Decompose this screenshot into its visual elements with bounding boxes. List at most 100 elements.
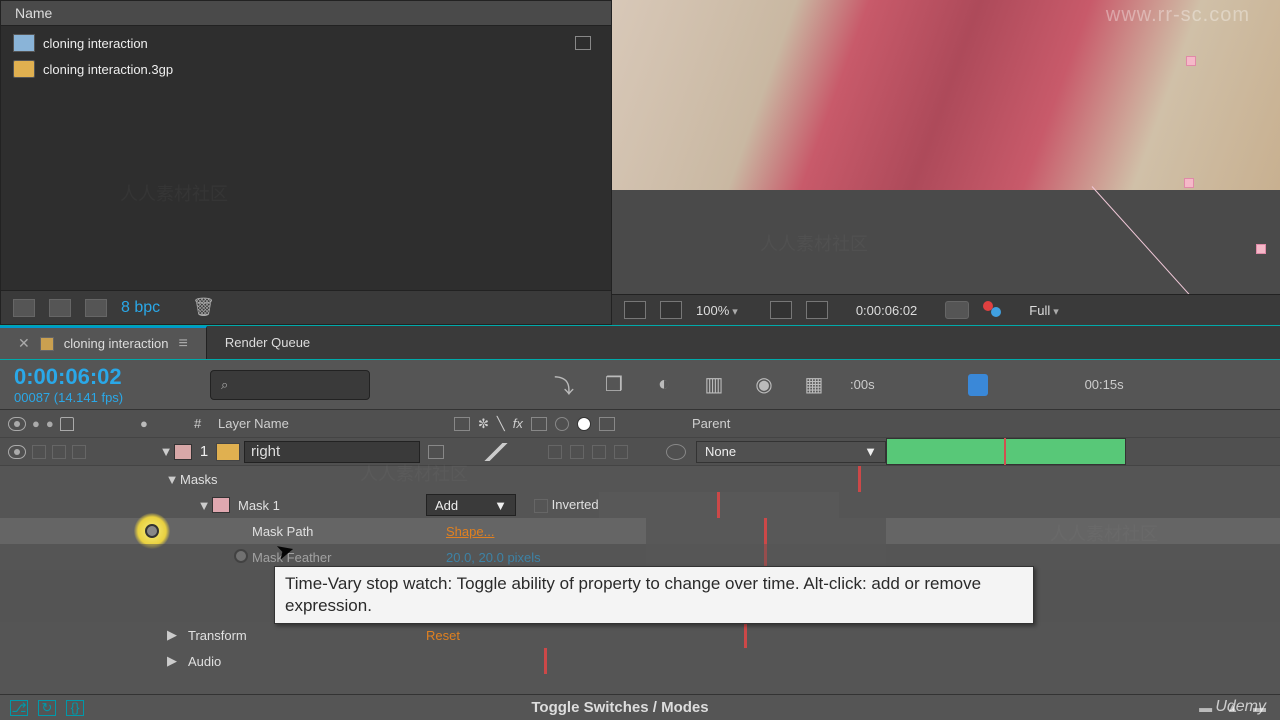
layer-label-color[interactable] — [174, 444, 192, 460]
transform-reset[interactable]: Reset — [426, 628, 626, 643]
bpc-button[interactable]: 8 bpc — [121, 299, 160, 317]
snapshot-icon[interactable] — [945, 301, 969, 319]
new-folder-icon[interactable] — [49, 299, 71, 317]
frame-blend-icon[interactable]: ▥ — [700, 373, 728, 397]
toggle-switches-modes[interactable]: Toggle Switches / Modes — [110, 699, 1130, 716]
comp-mini-flowchart-icon[interactable]: ⤵ — [550, 373, 578, 397]
parent-column-header[interactable]: Parent — [692, 416, 912, 431]
mask-feather-value[interactable]: 20.0, 20.0 pixels — [446, 550, 646, 565]
current-timecode[interactable]: 0:00:06:02 — [14, 364, 186, 390]
timecode-block[interactable]: 0:00:06:02 00087 (14.141 fps) — [0, 360, 200, 409]
twirl-right-icon[interactable]: ▶ — [164, 627, 180, 643]
mask-vertex[interactable] — [1256, 244, 1266, 254]
flowchart-icon[interactable] — [575, 36, 591, 50]
current-time-indicator[interactable] — [968, 374, 988, 396]
adjustment-switch-icon[interactable] — [577, 417, 591, 431]
effects-switch-icon[interactable]: fx — [513, 416, 523, 431]
project-footer: 8 bpc 🗑 — [1, 290, 611, 324]
twirl-down-icon[interactable]: ▼ — [158, 444, 174, 459]
lock-icon[interactable] — [60, 417, 74, 431]
zoom-in-icon[interactable]: ▬ — [1253, 700, 1266, 715]
mask-visibility-icon[interactable] — [806, 301, 828, 319]
footer-icon-2[interactable]: ↻ — [38, 700, 56, 716]
channel-icon[interactable] — [983, 301, 1005, 319]
mask-name[interactable]: Mask 1 — [238, 498, 280, 513]
inverted-checkbox[interactable] — [534, 499, 548, 513]
zoom-out-icon[interactable]: ▬ — [1199, 700, 1212, 715]
layer-audio-toggle[interactable] — [32, 445, 46, 459]
close-icon[interactable]: ✕ — [18, 335, 30, 352]
layer-name-input[interactable]: right — [244, 441, 420, 463]
project-header-name[interactable]: Name — [1, 1, 611, 26]
interpret-footage-icon[interactable] — [13, 299, 35, 317]
display-options-icon[interactable] — [770, 301, 792, 319]
layer-name-column-header[interactable]: Layer Name — [218, 416, 446, 431]
mask-vertex[interactable] — [1186, 56, 1196, 66]
mask-color[interactable] — [212, 497, 230, 513]
audio-column-icon[interactable]: ● — [32, 416, 40, 431]
timeline-search[interactable]: ⌕ — [210, 370, 370, 400]
3d-switch-icon[interactable] — [599, 417, 615, 431]
timeline-tab-active[interactable]: ✕ cloning interaction ≡ — [0, 326, 207, 359]
eye-icon[interactable] — [8, 417, 26, 431]
label-column-icon[interactable]: ● — [140, 416, 148, 431]
layer-row-1[interactable]: ▼ 1 right None▼ — [0, 438, 1280, 466]
tab-menu-icon[interactable]: ≡ — [179, 335, 188, 353]
transform-group-row[interactable]: ▶ Transform Reset — [0, 622, 1280, 648]
3d-switch[interactable] — [614, 445, 628, 459]
footer-icon-3[interactable]: {} — [66, 700, 84, 716]
motion-blur-switch[interactable] — [570, 445, 584, 459]
trash-icon[interactable]: 🗑 — [192, 297, 215, 318]
quality-switch[interactable] — [476, 443, 516, 461]
mask-vertex[interactable] — [1184, 178, 1194, 188]
solo-column-icon[interactable]: ● — [46, 416, 54, 431]
motion-blur-switch-icon[interactable] — [555, 417, 569, 431]
layer-video-toggle[interactable] — [8, 445, 26, 459]
adjustment-switch[interactable] — [592, 445, 606, 459]
mask-mode-dropdown[interactable]: Add▼ — [426, 494, 516, 516]
project-body[interactable]: cloning interaction cloning interaction.… — [1, 26, 611, 290]
draft-3d-icon[interactable]: ❒ — [600, 373, 628, 397]
footer-icon-1[interactable]: ⎇ — [10, 700, 28, 716]
twirl-down-icon[interactable]: ▼ — [164, 472, 180, 487]
layer-lock-toggle[interactable] — [72, 445, 86, 459]
masks-group-row[interactable]: ▼ Masks — [0, 466, 1280, 492]
frame-blend-switch[interactable] — [548, 445, 562, 459]
layer-track-bar[interactable] — [886, 438, 1126, 465]
zoom-slider-icon[interactable]: ▲ — [1226, 700, 1239, 715]
new-comp-icon[interactable] — [85, 299, 107, 317]
quality-switch-icon[interactable]: ╲ — [497, 416, 505, 432]
time-ruler[interactable]: :00s 00:15s — [850, 360, 1280, 409]
stopwatch-icon — [145, 524, 159, 538]
num-column-header[interactable]: # — [194, 416, 218, 431]
twirl-down-icon[interactable]: ▼ — [196, 498, 212, 513]
preview-toolbar: 100% 0:00:06:02 Full — [612, 294, 1280, 325]
project-item-label: cloning interaction — [43, 36, 148, 51]
timeline-tab-render-queue[interactable]: Render Queue — [207, 326, 328, 359]
parent-dropdown[interactable]: None▼ — [696, 441, 886, 463]
resolution-dropdown[interactable]: Full — [1029, 303, 1059, 318]
zoom-dropdown[interactable]: 100% — [696, 303, 738, 318]
shy-icon[interactable]: ◐ — [650, 373, 678, 397]
composition-viewport[interactable] — [612, 0, 1280, 294]
transparency-grid-icon[interactable] — [660, 301, 682, 319]
shy-switch-icon[interactable] — [454, 417, 470, 431]
project-item-video[interactable]: cloning interaction.3gp — [9, 56, 603, 82]
mask-path-row[interactable]: Mask Path Shape... — [0, 518, 1280, 544]
project-item-comp[interactable]: cloning interaction — [9, 30, 603, 56]
collapse-switch-icon[interactable]: ✼ — [478, 416, 489, 432]
always-preview-icon[interactable] — [624, 301, 646, 319]
audio-group-row[interactable]: ▶ Audio — [0, 648, 1280, 674]
layer-solo-toggle[interactable] — [52, 445, 66, 459]
frame-blend-switch-icon[interactable] — [531, 417, 547, 431]
preview-timecode[interactable]: 0:00:06:02 — [856, 303, 917, 318]
timeline-footer: ⎇ ↻ {} Toggle Switches / Modes ▬ ▲ ▬ — [0, 694, 1280, 720]
mask-path-value[interactable]: Shape... — [446, 524, 646, 539]
twirl-right-icon[interactable]: ▶ — [164, 653, 180, 669]
stopwatch-icon[interactable] — [234, 549, 248, 563]
graph-editor-icon[interactable]: ▦ — [800, 373, 828, 397]
shy-switch[interactable] — [428, 445, 444, 459]
layer-number: 1 — [192, 443, 216, 460]
motion-blur-icon[interactable]: ◉ — [750, 373, 778, 397]
pickwhip-icon[interactable] — [666, 444, 686, 460]
